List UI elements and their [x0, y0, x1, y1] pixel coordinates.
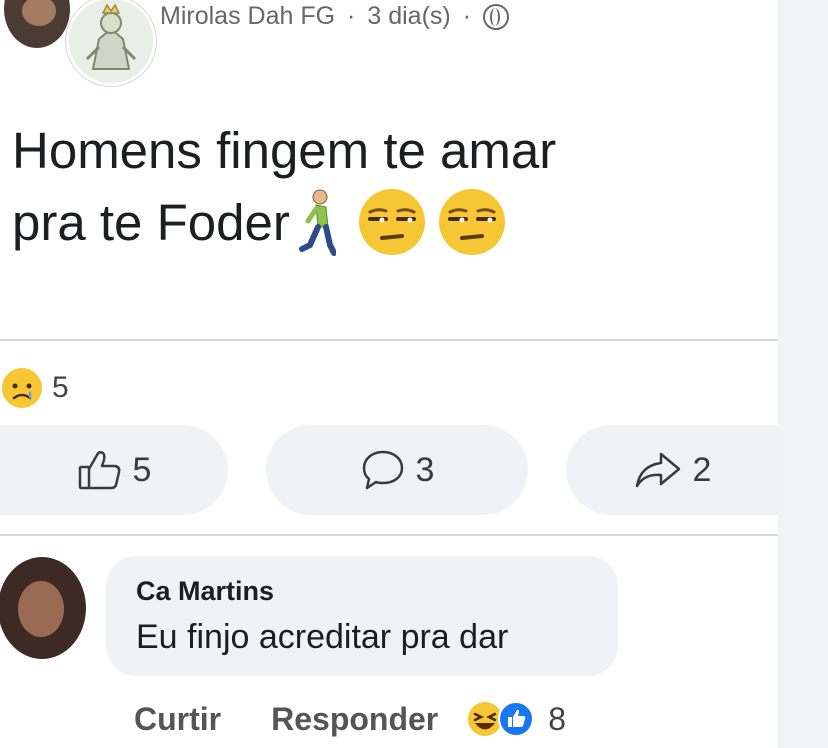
share-count: 2 [692, 450, 712, 489]
comment-bubble: Ca Martins Eu finjo acreditar pra dar [106, 556, 618, 676]
post-text: Homens fingem te amar pra te Foder [12, 115, 772, 258]
author-avatar[interactable] [66, 0, 156, 86]
globe-icon[interactable] [483, 3, 510, 30]
post-text-line-2: pra te Foder [12, 186, 772, 258]
sad-face-icon [2, 368, 42, 408]
reaction-count: 5 [52, 371, 69, 404]
actions-divider [0, 534, 778, 536]
comment-reply-link[interactable]: Responder [271, 701, 438, 738]
post-header: Mirolas Dah FG · 3 dia(s) · [160, 2, 510, 31]
comment-button[interactable]: 3 [266, 425, 528, 515]
like-icon [498, 701, 535, 737]
person-walking-icon [298, 189, 336, 256]
avatar-drawing [69, 0, 153, 83]
like-count: 5 [132, 450, 152, 489]
share-icon [635, 452, 680, 488]
comment-actions: Curtir Responder 8 [134, 700, 566, 738]
separator-dot: · [347, 2, 356, 30]
post-time[interactable]: 3 dia(s) [367, 2, 450, 31]
share-button[interactable]: 2 [566, 425, 778, 515]
reaction-summary[interactable]: 5 [0, 366, 69, 410]
separator-dot-2: · [462, 2, 472, 30]
like-button[interactable]: 5 [0, 425, 228, 515]
page-avatar[interactable] [4, 0, 70, 48]
post-text-line-1: Homens fingem te amar [12, 122, 557, 179]
comment-reactions[interactable] [466, 700, 535, 738]
comment-count: 3 [415, 450, 435, 489]
author-name[interactable]: Mirolas Dah FG [160, 2, 335, 31]
post-text-line-2-text: pra te Foder [12, 193, 290, 251]
unamused-face-icon [358, 189, 425, 255]
comment-reaction-count: 8 [548, 700, 567, 737]
comment-text: Eu finjo acreditar pra dar [136, 618, 509, 656]
unamused-face-icon [438, 189, 505, 255]
comment-like-link[interactable]: Curtir [134, 701, 221, 738]
commenter-avatar[interactable] [0, 557, 86, 659]
page-edge [778, 0, 828, 748]
comment-icon [362, 450, 403, 490]
post-divider [0, 339, 778, 341]
thumbs-up-icon [78, 451, 120, 490]
comment-author[interactable]: Ca Martins [136, 576, 274, 607]
